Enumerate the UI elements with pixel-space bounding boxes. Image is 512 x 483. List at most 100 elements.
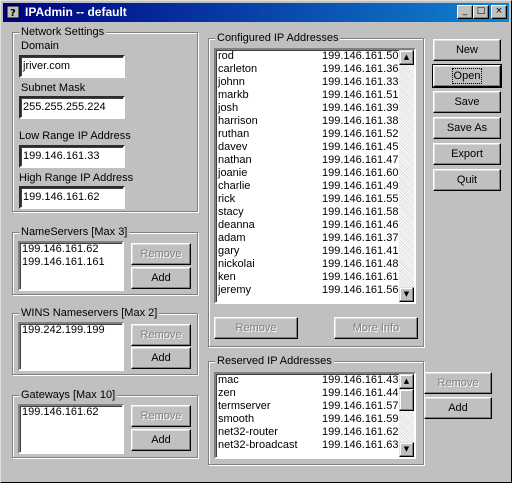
low-range-field[interactable]: 199.146.161.33 bbox=[19, 145, 125, 168]
wins-list[interactable]: 199.242.199.199 bbox=[18, 322, 124, 371]
domain-field[interactable]: jriver.com bbox=[19, 55, 125, 78]
configured-remove-button[interactable]: Remove bbox=[214, 317, 298, 339]
ip-list-row[interactable]: nickolai 199.146.161.48 bbox=[216, 258, 414, 271]
ip-list-row[interactable]: nathan 199.146.161.47 bbox=[216, 154, 414, 167]
ip-list-row[interactable]: rod 199.146.161.50 bbox=[216, 50, 414, 63]
ip-list-row[interactable]: adam 199.146.161.37 bbox=[216, 232, 414, 245]
ip-address: 199.146.161.36 bbox=[322, 63, 399, 75]
ip-address: 199.146.161.38 bbox=[322, 115, 399, 127]
save-button[interactable]: Save bbox=[433, 91, 501, 113]
scroll-thumb[interactable] bbox=[399, 389, 414, 411]
host-name: termserver bbox=[218, 400, 271, 412]
list-item[interactable]: 199.146.161.62 bbox=[20, 406, 122, 419]
reserved-list[interactable]: mac 199.146.161.43 zen 199.146.161.44 termse… bbox=[214, 372, 416, 459]
list-item[interactable]: 199.146.161.62 bbox=[20, 243, 122, 256]
ip-list-row[interactable]: davev 199.146.161.45 bbox=[216, 141, 414, 154]
ip-list-row[interactable]: net32-router 199.146.161.62 bbox=[216, 426, 414, 439]
ip-list-row[interactable]: joanie 199.146.161.60 bbox=[216, 167, 414, 180]
ip-list-row[interactable]: ruthan 199.146.161.52 bbox=[216, 128, 414, 141]
button-label: Remove bbox=[140, 329, 182, 341]
open-button[interactable]: Open bbox=[432, 64, 502, 88]
host-name: deanna bbox=[218, 219, 255, 231]
nameservers-list[interactable]: 199.146.161.62 199.146.161.161 bbox=[18, 241, 124, 291]
ip-list-row[interactable]: gary 199.146.161.41 bbox=[216, 245, 414, 258]
ip-address: 199.146.161.50 bbox=[322, 50, 399, 62]
host-name: adam bbox=[218, 232, 246, 244]
reserved-scrollbar[interactable]: ▲ ▼ bbox=[399, 374, 414, 457]
reserved-remove-button[interactable]: Remove bbox=[424, 372, 492, 394]
host-name: carleton bbox=[218, 63, 258, 75]
ip-address: 199.146.161.62 bbox=[322, 426, 399, 438]
host-name: markb bbox=[218, 89, 249, 101]
quit-button[interactable]: Quit bbox=[433, 169, 501, 191]
reserved-rows: mac 199.146.161.43 zen 199.146.161.44 termse… bbox=[216, 374, 414, 452]
configured-legend: Configured IP Addresses bbox=[215, 32, 341, 45]
button-label: New bbox=[455, 44, 478, 56]
ip-address: 199.146.161.58 bbox=[322, 206, 399, 218]
ip-list-row[interactable]: johnn 199.146.161.33 bbox=[216, 76, 414, 89]
reserved-legend: Reserved IP Addresses bbox=[215, 355, 334, 368]
app-icon: ? bbox=[6, 5, 20, 19]
ip-list-row[interactable]: harrison 199.146.161.38 bbox=[216, 115, 414, 128]
host-name: smooth bbox=[218, 413, 255, 425]
configured-scrollbar[interactable]: ▲ ▼ bbox=[399, 50, 414, 302]
scroll-up-arrow[interactable]: ▲ bbox=[399, 50, 414, 65]
network-settings-legend: Network Settings bbox=[19, 26, 107, 39]
host-name: net32-router bbox=[218, 426, 278, 438]
ip-list-row[interactable]: deanna 199.146.161.46 bbox=[216, 219, 414, 232]
ip-address: 199.146.161.39 bbox=[322, 102, 399, 114]
wins-add-button[interactable]: Add bbox=[131, 347, 191, 369]
wins-legend: WINS Nameservers [Max 2] bbox=[19, 307, 160, 320]
ip-address: 199.146.161.33 bbox=[322, 76, 399, 88]
minimize-button[interactable]: _ bbox=[457, 5, 473, 19]
high-range-label: High Range IP Address bbox=[19, 172, 134, 184]
scroll-down-arrow[interactable]: ▼ bbox=[399, 442, 414, 457]
ip-list-row[interactable]: zen 199.146.161.44 bbox=[216, 387, 414, 400]
ip-address: 199.146.161.43 bbox=[322, 374, 399, 386]
export-button[interactable]: Export bbox=[433, 143, 501, 165]
gateways-list[interactable]: 199.146.161.62 bbox=[18, 404, 124, 454]
new-button[interactable]: New bbox=[433, 39, 501, 61]
maximize-button[interactable]: □ bbox=[473, 5, 489, 19]
gateways-remove-button[interactable]: Remove bbox=[131, 405, 191, 427]
ip-list-row[interactable]: smooth 199.146.161.59 bbox=[216, 413, 414, 426]
host-name: net32-broadcast bbox=[218, 439, 298, 451]
ip-address: 199.146.161.48 bbox=[322, 258, 399, 270]
ip-list-row[interactable]: ken 199.146.161.61 bbox=[216, 271, 414, 284]
more-info-button[interactable]: More Info bbox=[334, 317, 418, 339]
scroll-up-arrow[interactable]: ▲ bbox=[399, 374, 414, 389]
ip-list-row[interactable]: termserver 199.146.161.57 bbox=[216, 400, 414, 413]
host-name: harrison bbox=[218, 115, 258, 127]
ip-list-row[interactable]: stacy 199.146.161.58 bbox=[216, 206, 414, 219]
ip-list-row[interactable]: net32-broadcast 199.146.161.63 bbox=[216, 439, 414, 452]
configured-rows: rod 199.146.161.50 carleton 199.146.161.36 j… bbox=[216, 50, 414, 297]
subnet-mask-field[interactable]: 255.255.255.224 bbox=[19, 96, 125, 119]
low-range-label: Low Range IP Address bbox=[19, 130, 131, 142]
title-bar[interactable]: ? IPAdmin -- default _ □ × bbox=[3, 3, 509, 22]
nameservers-legend: NameServers [Max 3] bbox=[19, 226, 130, 239]
ip-list-row[interactable]: carleton 199.146.161.36 bbox=[216, 63, 414, 76]
wins-remove-button[interactable]: Remove bbox=[131, 324, 191, 346]
ip-list-row[interactable]: rick 199.146.161.55 bbox=[216, 193, 414, 206]
high-range-field[interactable]: 199.146.161.62 bbox=[19, 186, 125, 209]
save-as-button[interactable]: Save As bbox=[433, 117, 501, 139]
nameservers-add-button[interactable]: Add bbox=[131, 267, 191, 289]
close-button[interactable]: × bbox=[491, 5, 507, 19]
gateways-add-button[interactable]: Add bbox=[131, 429, 191, 451]
ip-list-row[interactable]: mac 199.146.161.43 bbox=[216, 374, 414, 387]
scroll-down-arrow[interactable]: ▼ bbox=[399, 287, 414, 302]
ip-list-row[interactable]: jeremy 199.146.161.56 bbox=[216, 284, 414, 297]
host-name: johnn bbox=[218, 76, 245, 88]
subnet-mask-label: Subnet Mask bbox=[21, 82, 86, 94]
ip-list-row[interactable]: markb 199.146.161.51 bbox=[216, 89, 414, 102]
list-item[interactable]: 199.242.199.199 bbox=[20, 324, 122, 337]
host-name: jeremy bbox=[218, 284, 252, 296]
ip-address: 199.146.161.57 bbox=[322, 400, 399, 412]
ip-address: 199.146.161.56 bbox=[322, 284, 399, 296]
list-item[interactable]: 199.146.161.161 bbox=[20, 256, 122, 269]
configured-list[interactable]: rod 199.146.161.50 carleton 199.146.161.36 j… bbox=[214, 48, 416, 304]
nameservers-remove-button[interactable]: Remove bbox=[131, 243, 191, 265]
reserved-add-button[interactable]: Add bbox=[424, 397, 492, 419]
ip-list-row[interactable]: charlie 199.146.161.49 bbox=[216, 180, 414, 193]
ip-list-row[interactable]: josh 199.146.161.39 bbox=[216, 102, 414, 115]
